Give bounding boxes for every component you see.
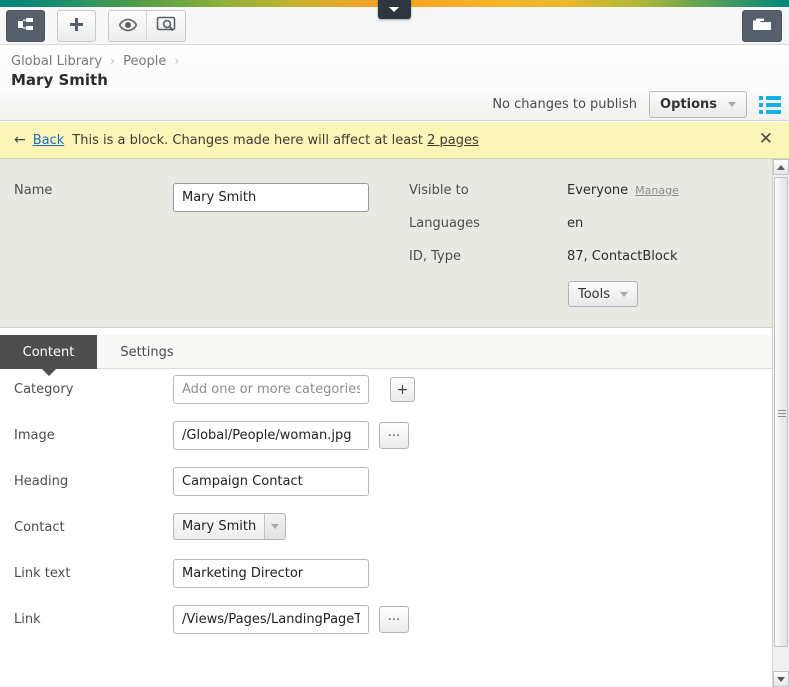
toolbar-spacer-2 [96,10,108,42]
header-actions: No changes to publish Options [492,91,781,118]
breadcrumb-separator-2: › [174,54,180,68]
affected-pages-link[interactable]: 2 pages [427,133,479,148]
list-view-icon[interactable] [759,95,781,114]
list-row-3 [759,109,781,114]
form-row-link: Link ... [0,599,772,645]
visible-to-label: Visible to [409,183,469,198]
vertical-scrollbar[interactable] [772,159,789,687]
toolbar-left-group [6,10,186,42]
notice-message: This is a block. Changes made here will … [72,133,479,148]
eye-icon [118,17,138,36]
block-notice-bar: ← Back This is a block. Changes made her… [0,122,789,159]
toolbar-view-group [108,10,186,42]
form-row-contact: Contact Mary Smith [0,507,772,553]
browse-image-button[interactable]: ... [379,422,409,449]
plus-icon [68,16,85,37]
triangle-up-icon [777,164,785,170]
list-row-1 [759,95,781,100]
visible-to-value: Everyone Manage [567,183,679,198]
category-label: Category [14,382,74,397]
chevron-down-icon [264,514,286,539]
content-form: Category + Image ... Heading Contact Mar… [0,369,772,645]
scrollbar-thumb[interactable] [774,177,788,647]
browse-link-button[interactable]: ... [379,606,409,633]
tab-content-label: Content [22,344,75,360]
link-label: Link [14,612,41,627]
form-row-image: Image ... [0,415,772,461]
image-label: Image [14,428,55,443]
heading-input[interactable] [173,467,369,496]
folder-icon [752,17,772,36]
toolbar-collapse-tab[interactable] [378,0,411,19]
tab-content[interactable]: Content [0,335,97,376]
options-button-label: Options [660,97,717,112]
tab-bar: Content Settings [0,335,772,376]
properties-panel: Name Visible to Everyone Manage Languages… [0,159,772,328]
category-input[interactable] [173,375,369,404]
screen-search-icon [156,16,176,37]
tools-button-label: Tools [578,286,611,302]
sitemap-toggle-button[interactable] [6,10,45,42]
id-type-label: ID, Type [409,249,461,264]
page-title: Mary Smith [11,71,108,89]
link-text-input[interactable] [173,559,369,588]
ellipsis-icon: ... [387,609,401,624]
toolbar-right-group [742,10,782,42]
close-icon[interactable]: ✕ [759,131,773,148]
chevron-down-icon [620,291,629,297]
add-button[interactable] [57,10,96,42]
contact-label: Contact [14,520,65,535]
link-input[interactable] [173,605,369,634]
breadcrumb-separator-1: › [110,54,116,68]
breadcrumb-item-global-library[interactable]: Global Library [11,54,102,69]
chevron-down-icon [728,102,736,107]
name-label: Name [14,183,53,198]
form-row-category: Category + [0,369,772,415]
contact-select-value: Mary Smith [182,519,257,534]
chevron-down-icon [389,7,399,12]
name-input[interactable] [173,183,369,212]
id-type-value: 87, ContactBlock [567,249,678,264]
options-button[interactable]: Options [649,91,747,118]
tab-settings[interactable]: Settings [97,335,197,369]
visible-to-text: Everyone [567,183,629,198]
scroll-up-button[interactable] [773,159,789,175]
image-input[interactable] [173,421,369,450]
publish-status: No changes to publish [492,97,638,112]
triangle-down-icon [777,676,785,682]
sitemap-icon [17,16,34,37]
tools-button[interactable]: Tools [568,281,639,307]
arrow-left-icon: ← [14,132,26,148]
tab-settings-label: Settings [120,344,174,360]
list-row-2 [759,102,781,107]
ellipsis-icon: ... [387,425,401,440]
form-row-heading: Heading [0,461,772,507]
notice-message-text: This is a block. Changes made here will … [72,132,428,148]
breadcrumb-item-people[interactable]: People [123,54,166,69]
page-header: Global Library › People › Mary Smith No … [0,45,789,121]
manage-access-link[interactable]: Manage [635,184,679,197]
back-link[interactable]: Back [33,133,65,148]
preview-button[interactable] [108,10,147,42]
breadcrumb: Global Library › People › [11,54,183,69]
form-row-link-text: Link text [0,553,772,599]
assets-panel-button[interactable] [742,10,782,42]
scroll-down-button[interactable] [773,671,789,687]
inspect-button[interactable] [147,10,186,42]
contact-select[interactable]: Mary Smith [173,513,287,540]
add-category-button[interactable]: + [390,377,415,402]
plus-icon: + [396,381,409,398]
languages-label: Languages [409,216,480,231]
link-text-label: Link text [14,566,71,581]
languages-value: en [567,216,584,231]
heading-label: Heading [14,474,69,489]
scrollbar-grip [778,410,786,417]
